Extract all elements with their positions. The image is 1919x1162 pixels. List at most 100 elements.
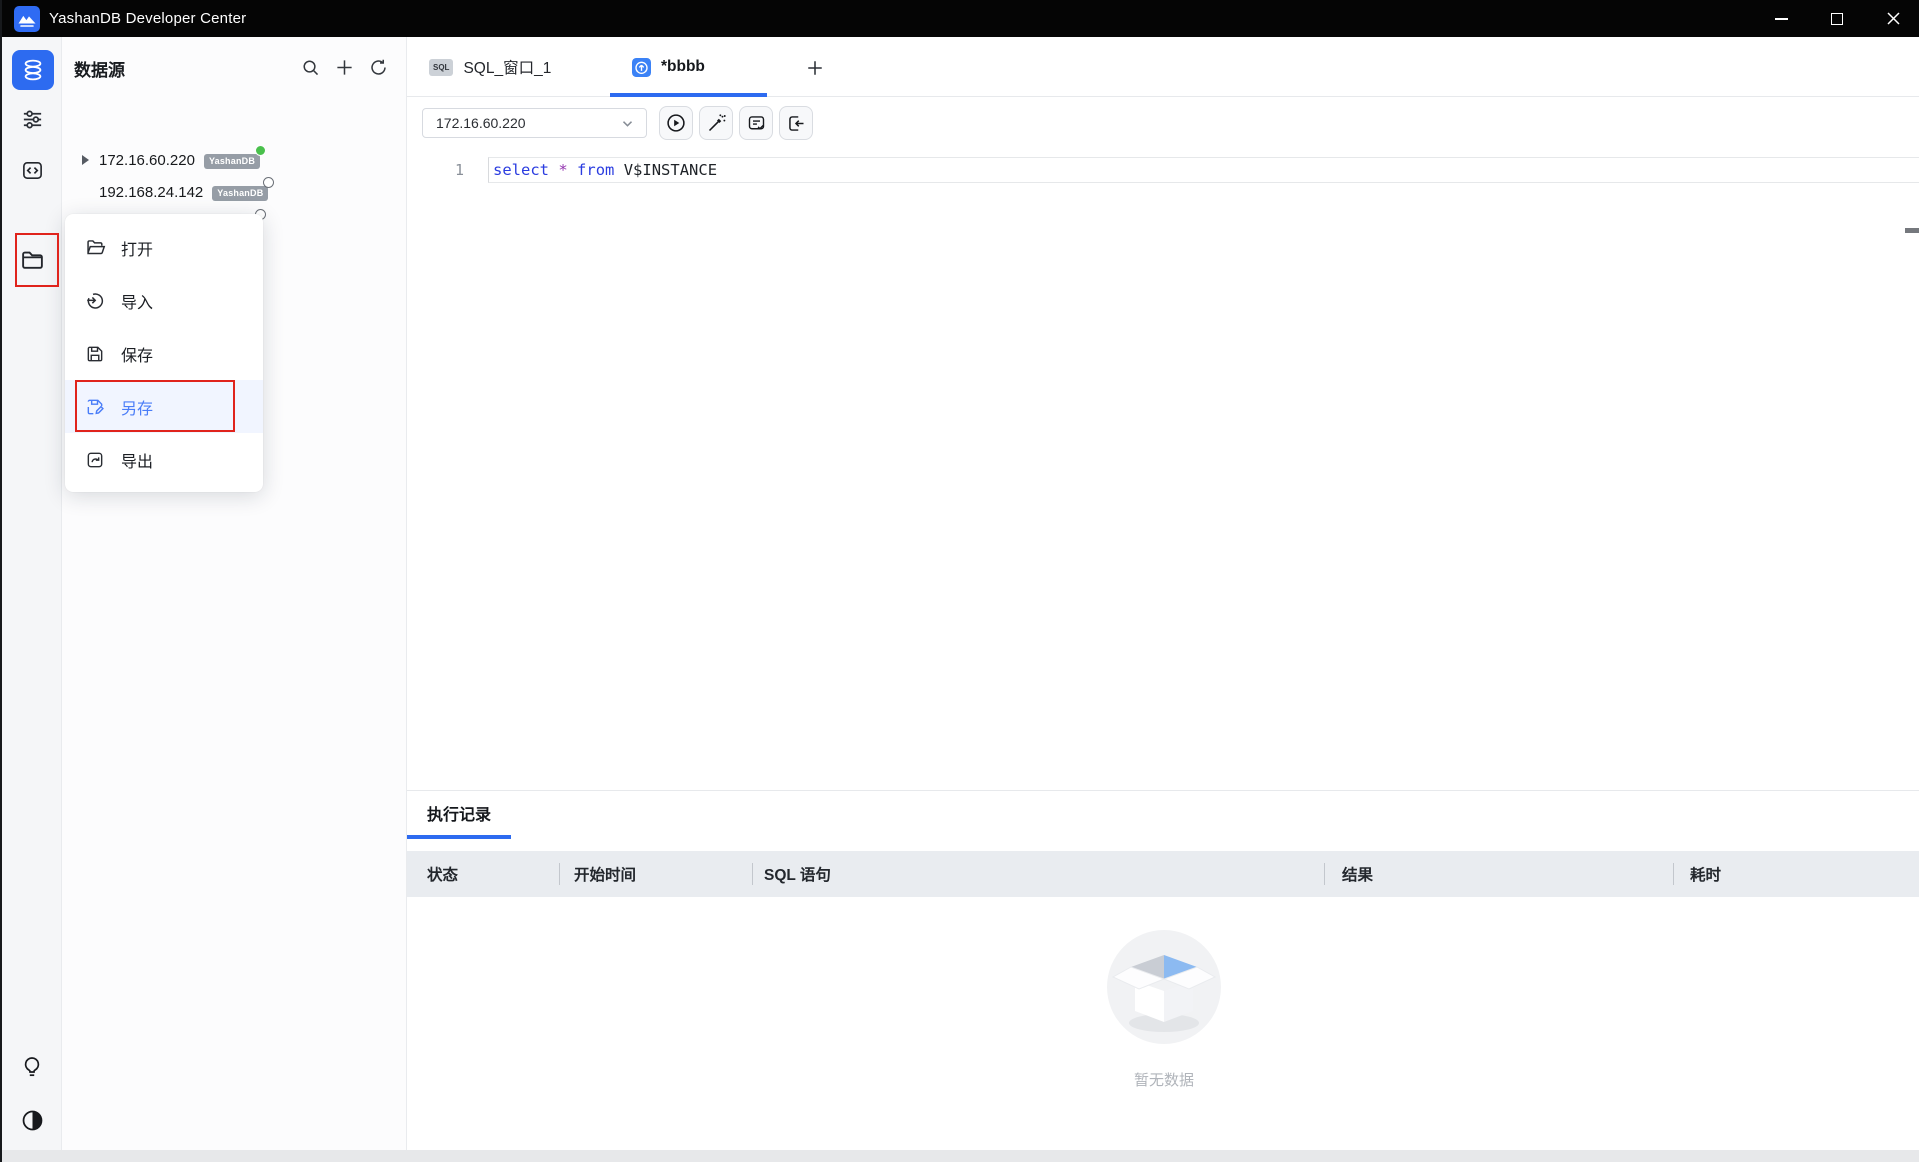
chevron-down-icon xyxy=(621,117,634,130)
close-button[interactable] xyxy=(1865,0,1919,37)
results-panel: 执行记录 状态 开始时间 SQL 语句 结果 耗时 xyxy=(407,790,1919,1162)
menu-item-label: 导出 xyxy=(121,448,153,472)
connection-host: 172.16.60.220 xyxy=(99,152,195,169)
menu-item-export[interactable]: 导出 xyxy=(65,433,263,486)
code-line-1: select * from V$INSTANCE xyxy=(488,157,1919,183)
plus-icon xyxy=(335,58,354,77)
annotation-box-save-as xyxy=(75,380,235,432)
document-check-icon xyxy=(746,113,767,134)
datasource-panel: 数据源 172.16.60.220 YashanDB 192.168.24.14… xyxy=(62,37,407,1162)
folder-open-icon xyxy=(84,237,106,259)
column-separator[interactable] xyxy=(1324,863,1325,885)
editor-toolbar: 172.16.60.220 xyxy=(407,98,1919,146)
minimize-icon xyxy=(1775,18,1788,20)
close-icon xyxy=(1886,11,1901,26)
sliders-icon xyxy=(21,108,44,131)
annotation-box-folder xyxy=(15,233,59,287)
new-tab-button[interactable] xyxy=(805,58,825,78)
rail-item-theme[interactable] xyxy=(2,1108,62,1133)
rail-item-settings[interactable] xyxy=(2,108,62,131)
connection-select-value: 172.16.60.220 xyxy=(436,115,621,131)
column-separator[interactable] xyxy=(559,863,560,885)
save-icon xyxy=(84,343,106,365)
refresh-icon xyxy=(369,58,388,77)
play-circle-icon xyxy=(665,112,687,134)
maximize-button[interactable] xyxy=(1809,0,1865,37)
plus-icon xyxy=(806,59,824,77)
rail-item-tips[interactable] xyxy=(2,1055,62,1079)
menu-item-label: 打开 xyxy=(121,236,153,260)
minimize-button[interactable] xyxy=(1753,0,1809,37)
add-connection-button[interactable] xyxy=(334,57,354,77)
empty-box-illustration xyxy=(1099,925,1229,1055)
scrollbar-thumb[interactable] xyxy=(1905,228,1919,233)
connection-badge: YashanDB xyxy=(212,183,268,201)
sql-keyword: from xyxy=(577,161,614,179)
tab-execution-log[interactable]: 执行记录 xyxy=(407,791,511,839)
main-area: SQL SQL_窗口_1 *bbbb 172.16.60.220 xyxy=(407,37,1919,1162)
search-icon xyxy=(301,58,320,77)
explain-plan-button[interactable] xyxy=(739,106,773,140)
tab-sql-window-1[interactable]: SQL SQL_窗口_1 xyxy=(429,37,551,97)
code-text: select * from V$INSTANCE xyxy=(489,161,717,179)
line-number: 1 xyxy=(434,157,464,183)
window-controls xyxy=(1753,0,1919,37)
status-dot-connected xyxy=(255,145,266,156)
connection-row[interactable]: 172.16.60.220 YashanDB xyxy=(62,144,407,176)
activity-rail xyxy=(2,37,62,1162)
results-tabbar: 执行记录 xyxy=(407,791,1919,839)
sql-editor[interactable]: 1 select * from V$INSTANCE xyxy=(407,146,1919,790)
menu-item-import[interactable]: 导入 xyxy=(65,274,263,327)
column-header-sql: SQL 语句 xyxy=(764,851,831,897)
menu-item-label: 导入 xyxy=(121,289,153,313)
export-result-button[interactable] xyxy=(779,106,813,140)
rail-item-sql-console[interactable] xyxy=(2,159,62,182)
export-icon xyxy=(84,449,106,471)
tab-bbbb[interactable]: *bbbb xyxy=(632,37,705,97)
panel-title: 数据源 xyxy=(74,56,125,81)
sql-identifier: V$INSTANCE xyxy=(624,161,717,179)
results-table-body: 暂无数据 xyxy=(407,897,1919,1162)
editor-tabbar: SQL SQL_窗口_1 *bbbb xyxy=(407,37,1919,97)
panel-toolbar xyxy=(300,57,388,77)
beautify-button[interactable] xyxy=(699,106,733,140)
refresh-button[interactable] xyxy=(368,57,388,77)
tab-label: SQL_窗口_1 xyxy=(463,56,551,78)
tab-label: *bbbb xyxy=(661,58,705,76)
unsaved-file-icon xyxy=(632,58,651,77)
column-header-duration: 耗时 xyxy=(1690,851,1721,897)
database-icon xyxy=(21,58,45,82)
connection-host: 192.168.24.142 xyxy=(99,184,203,201)
status-dot-disconnected xyxy=(263,177,274,188)
empty-state: 暂无数据 xyxy=(407,925,1919,1090)
column-header-starttime: 开始时间 xyxy=(574,851,636,897)
expand-caret-icon[interactable] xyxy=(82,155,89,165)
results-table-header: 状态 开始时间 SQL 语句 结果 耗时 xyxy=(407,851,1919,897)
magic-wand-icon xyxy=(706,113,727,134)
menu-item-open[interactable]: 打开 xyxy=(65,221,263,274)
code-icon xyxy=(21,159,44,182)
column-header-status: 状态 xyxy=(427,851,458,897)
sql-operator: * xyxy=(558,161,567,179)
app-title: YashanDB Developer Center xyxy=(49,10,246,27)
empty-text: 暂无数据 xyxy=(1134,1069,1194,1090)
run-button[interactable] xyxy=(659,106,693,140)
bottom-scrollbar-track[interactable] xyxy=(2,1150,1919,1162)
column-separator[interactable] xyxy=(752,863,753,885)
app-window: YashanDB Developer Center 数 xyxy=(0,0,1919,1162)
column-header-result: 结果 xyxy=(1342,851,1373,897)
lightbulb-icon xyxy=(20,1055,44,1079)
contrast-icon xyxy=(20,1108,45,1133)
column-separator[interactable] xyxy=(1673,863,1674,885)
search-button[interactable] xyxy=(300,57,320,77)
app-logo-icon xyxy=(14,6,40,32)
connection-badge: YashanDB xyxy=(204,151,260,169)
menu-item-save[interactable]: 保存 xyxy=(65,327,263,380)
import-icon xyxy=(84,290,106,312)
import-box-icon xyxy=(786,113,807,134)
connection-row[interactable]: 192.168.24.142 YashanDB xyxy=(62,176,407,208)
file-context-menu: 打开 导入 保存 另存 导出 xyxy=(65,214,263,492)
rail-item-datasource[interactable] xyxy=(12,50,54,90)
connection-select[interactable]: 172.16.60.220 xyxy=(422,108,647,138)
sql-file-icon: SQL xyxy=(429,59,453,76)
